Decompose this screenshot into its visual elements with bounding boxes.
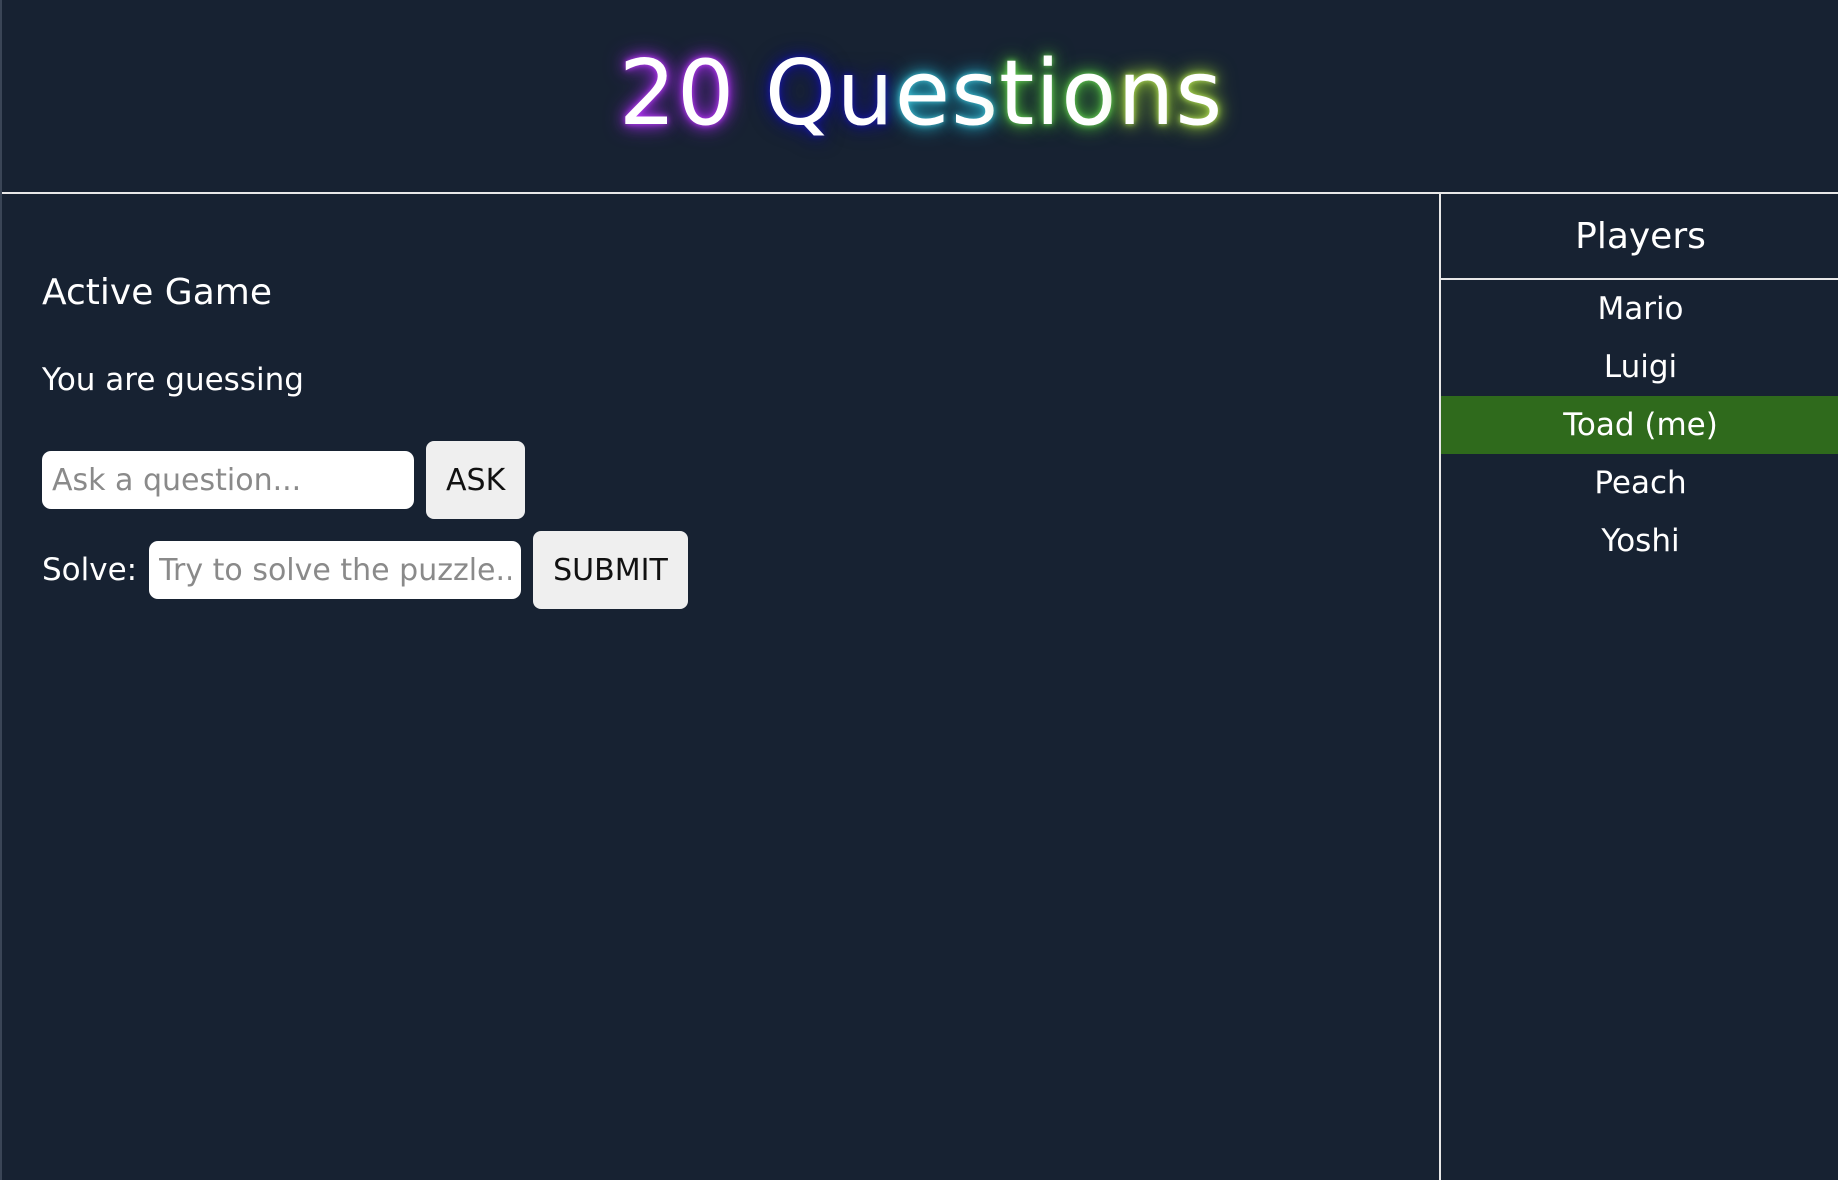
ask-question-row: ASK (42, 441, 526, 519)
ask-question-input[interactable] (42, 451, 414, 509)
solve-puzzle-input[interactable] (149, 541, 522, 599)
app-frame: 20 Questions Active Game You are guessin… (0, 0, 1838, 1180)
solve-row: Solve: SUBMIT (42, 531, 688, 609)
player-item: Peach (1594, 465, 1687, 501)
title-part: ns (1117, 40, 1224, 146)
title-part: 20 (618, 40, 736, 146)
player-item-current: Toad (me) (1441, 396, 1838, 454)
solve-label: Solve: (42, 552, 138, 588)
active-game-heading: Active Game (42, 272, 272, 313)
title-part: es (894, 40, 999, 146)
player-item: Mario (1597, 291, 1684, 327)
title-part: Qu (764, 40, 895, 146)
game-status-text: You are guessing (42, 362, 304, 398)
player-list: Mario Luigi Toad (me) Peach Yoshi (1441, 280, 1838, 570)
ask-button[interactable]: ASK (426, 441, 526, 519)
player-item: Luigi (1603, 349, 1678, 385)
players-sidebar: Players Mario Luigi Toad (me) Peach Yosh… (1439, 194, 1838, 1180)
title-part: tio (999, 40, 1118, 146)
player-item: Yoshi (1601, 523, 1680, 559)
players-heading: Players (1441, 194, 1838, 280)
game-panel: Active Game You are guessing ASK Solve: … (2, 194, 1439, 1180)
app-header: 20 Questions (2, 0, 1838, 194)
submit-button[interactable]: SUBMIT (533, 531, 688, 609)
app-title: 20 Questions (619, 41, 1224, 146)
